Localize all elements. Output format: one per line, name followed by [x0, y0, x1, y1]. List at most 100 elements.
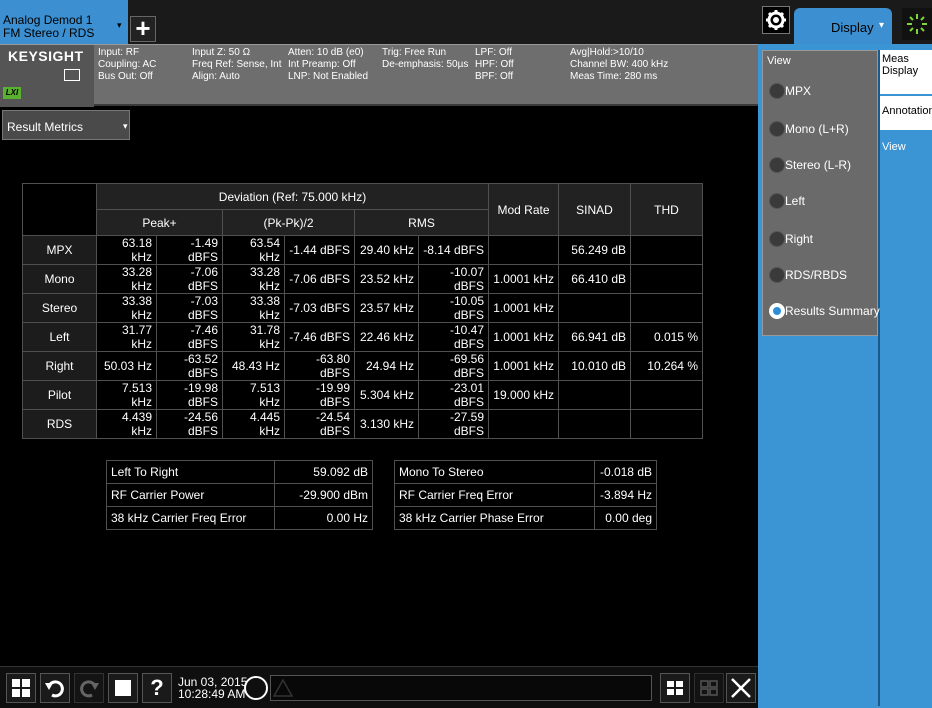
setting-coupling: Coupling: AC [98, 59, 157, 70]
table-cell: -1.49 dBFS [156, 235, 223, 265]
setting-de-emphasis: De-emphasis: 50µs [382, 59, 469, 70]
table-cell: 24.94 Hz [354, 351, 419, 381]
redo-icon[interactable] [74, 673, 104, 703]
table-cell: 33.28 kHz [222, 264, 285, 294]
table-row: 38 kHz Carrier Phase Error 0.00 deg [394, 506, 657, 530]
table-row: Mono 33.28 kHz -7.06 dBFS 33.28 kHz -7.06 dB… [22, 264, 703, 294]
summary-label: Left To Right [106, 460, 275, 484]
summary-value: -29.900 dBm [274, 483, 373, 507]
tab-view[interactable]: View [880, 132, 932, 166]
table-cell: 4.445 kHz [222, 409, 285, 439]
setting-lnp: LNP: Not Enabled [288, 71, 369, 82]
table-cell [630, 293, 703, 323]
display-dropdown-icon[interactable]: ▾ [879, 20, 884, 31]
tab-annotation[interactable]: Annotation [880, 96, 932, 130]
mode-dropdown-icon[interactable]: ▾ [117, 20, 122, 31]
tab-label: Annotation [882, 105, 932, 117]
table-cell: -10.47 dBFS [418, 322, 489, 352]
date-time: Jun 03, 2015 10:28:49 AM [178, 676, 247, 700]
table-corner [22, 183, 97, 236]
table-cell: 48.43 Hz [222, 351, 285, 381]
mode-tab[interactable]: Analog Demod 1 FM Stereo / RDS ▾ [0, 0, 128, 44]
row-label: RDS [22, 409, 97, 439]
result-window: Result Metrics ▾ Deviation (Ref: 75.000 … [0, 108, 758, 666]
settings-gear-icon[interactable] [762, 6, 790, 34]
row-label: MPX [22, 235, 97, 265]
radio-icon [769, 157, 785, 173]
table-row: Mono To Stereo -0.018 dB [394, 460, 657, 484]
setting-trigger: Trig: Free Run [382, 47, 447, 58]
table-row: RF Carrier Power -29.900 dBm [106, 483, 373, 507]
table-cell: 33.28 kHz [96, 264, 157, 294]
keysight-logo: KEYSIGHT LXI [0, 45, 94, 107]
radio-icon [769, 231, 785, 247]
summary-label: 38 kHz Carrier Phase Error [394, 506, 595, 530]
radio-icon [769, 83, 785, 99]
view-option-label: Mono (L+R) [785, 122, 849, 136]
table-cell: 56.249 dB [558, 235, 631, 265]
peak-plus-header: Peak+ [96, 209, 223, 236]
table-cell: 19.000 kHz [488, 380, 559, 410]
table-cell: 33.38 kHz [96, 293, 157, 323]
radio-icon [769, 193, 785, 209]
undo-icon[interactable] [40, 673, 70, 703]
table-cell: -63.52 dBFS [156, 351, 223, 381]
rms-header: RMS [354, 209, 489, 236]
setting-avg-hold: Avg|Hold:>10/10 [570, 47, 644, 58]
message-bar[interactable] [270, 675, 652, 701]
view-option-label: Results Summary [785, 304, 880, 318]
help-icon[interactable]: ? [142, 673, 172, 703]
thd-header: THD [630, 183, 703, 236]
table-cell [630, 264, 703, 294]
table-cell [630, 380, 703, 410]
setting-input: Input: RF [98, 47, 140, 58]
table-cell: -23.01 dBFS [418, 380, 489, 410]
multi-window-icon[interactable] [660, 673, 690, 703]
table-cell: -10.07 dBFS [418, 264, 489, 294]
row-label: Mono [22, 264, 97, 294]
window-selector[interactable]: Result Metrics ▾ [2, 110, 130, 140]
table-cell: -63.80 dBFS [284, 351, 355, 381]
settings-group-trigger: Trig: Free Run De-emphasis: 50µs [382, 47, 468, 71]
chevron-down-icon[interactable]: ▾ [123, 121, 128, 132]
setting-bus-out: Bus Out: Off [98, 71, 153, 82]
display-menu-tab[interactable]: Display ▾ [794, 8, 892, 48]
table-cell: 5.304 kHz [354, 380, 419, 410]
maximize-icon[interactable] [726, 673, 756, 703]
table-cell: -7.03 dBFS [156, 293, 223, 323]
summary-value: -0.018 dB [594, 460, 657, 484]
table-cell: 1.0001 kHz [488, 293, 559, 323]
table-cell: 3.130 kHz [354, 409, 419, 439]
summary-table-left: Left To Right 59.092 dB RF Carrier Power… [106, 460, 373, 530]
table-cell [488, 409, 559, 439]
table-row: RF Carrier Freq Error -3.894 Hz [394, 483, 657, 507]
add-screen-button[interactable]: + [130, 15, 156, 42]
table-cell: 31.78 kHz [222, 322, 285, 352]
mod-rate-header: Mod Rate [488, 183, 559, 236]
table-cell: 23.57 kHz [354, 293, 419, 323]
time-text: 10:28:49 AM [178, 687, 246, 701]
settings-group-ref: Input Z: 50 Ω Freq Ref: Sense, Int Align… [192, 47, 282, 83]
file-icon[interactable] [108, 673, 138, 703]
table-cell: 63.54 kHz [222, 235, 285, 265]
windows-start-icon[interactable] [6, 673, 36, 703]
warning-icon [273, 678, 293, 697]
display-tab-label: Display [831, 20, 874, 35]
table-row: RDS 4.439 kHz -24.56 dBFS 4.445 kHz -24.54 d… [22, 409, 703, 439]
message-icon[interactable] [244, 676, 268, 700]
lxi-logo: LXI [3, 87, 21, 99]
radio-icon [769, 267, 785, 283]
single-window-icon[interactable] [694, 673, 724, 703]
tab-meas-display[interactable]: Meas Display [880, 50, 932, 94]
table-cell: 50.03 Hz [96, 351, 157, 381]
table-row: Right 50.03 Hz -63.52 dBFS 48.43 Hz -63.80 d… [22, 351, 703, 381]
setting-hpf: HPF: Off [475, 59, 514, 70]
settings-panel[interactable]: KEYSIGHT LXI Input: RF Coupling: AC Bus … [0, 44, 758, 107]
table-cell [558, 409, 631, 439]
setting-atten: Atten: 10 dB (e0) [288, 47, 364, 58]
table-cell: -19.99 dBFS [284, 380, 355, 410]
summary-label: RF Carrier Power [106, 483, 275, 507]
tab-label: Display [882, 65, 919, 77]
setting-lpf: LPF: Off [475, 47, 513, 58]
sinad-header: SINAD [558, 183, 631, 236]
